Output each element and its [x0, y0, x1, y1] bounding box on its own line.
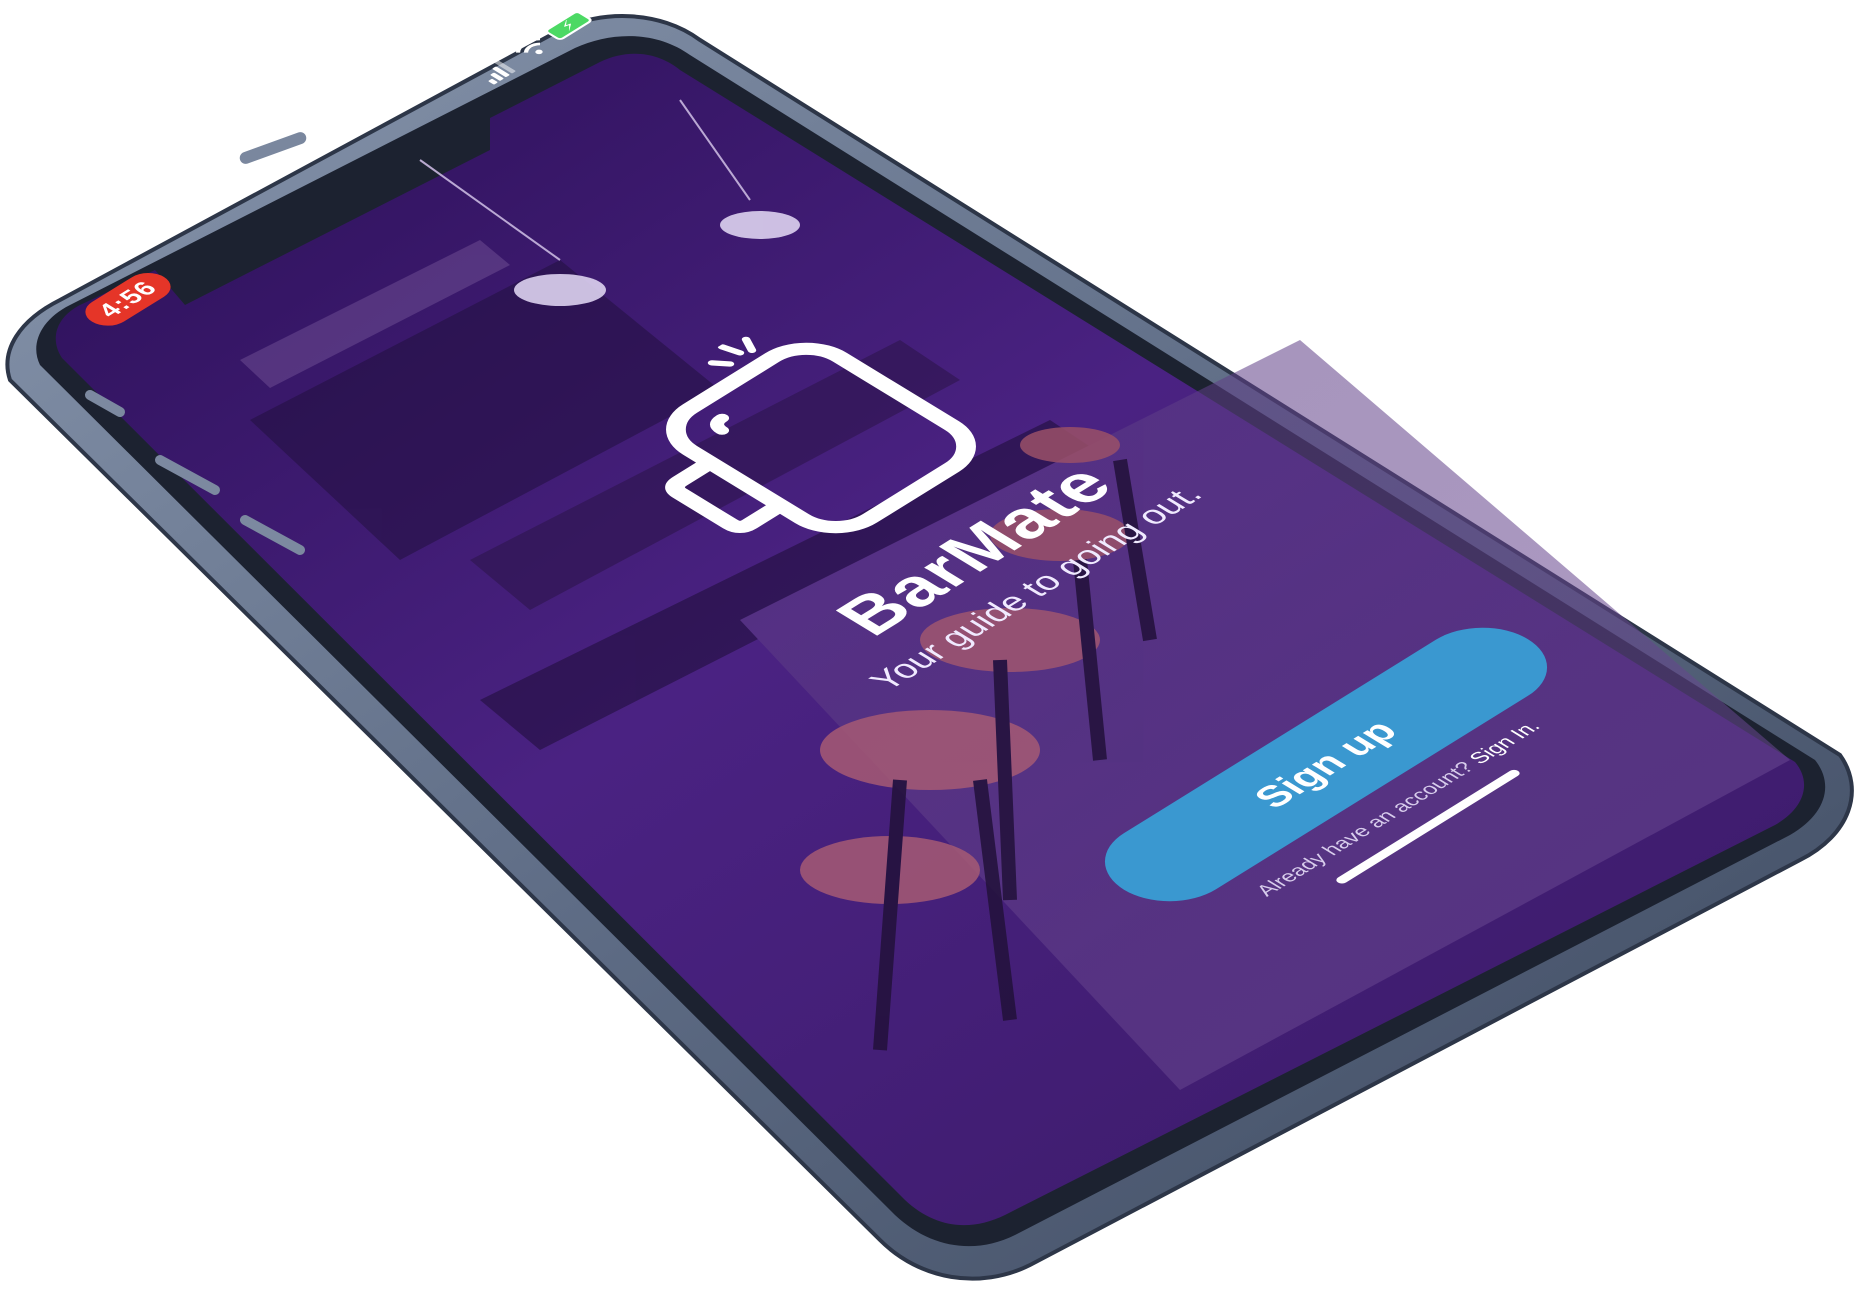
wifi-icon	[515, 37, 543, 55]
battery-charging-icon: ⚡	[543, 9, 594, 42]
device-mockup: 4:56 ⚡ BarMate Your guide to going out. …	[0, 0, 1868, 1303]
earpiece-speaker	[239, 132, 307, 164]
